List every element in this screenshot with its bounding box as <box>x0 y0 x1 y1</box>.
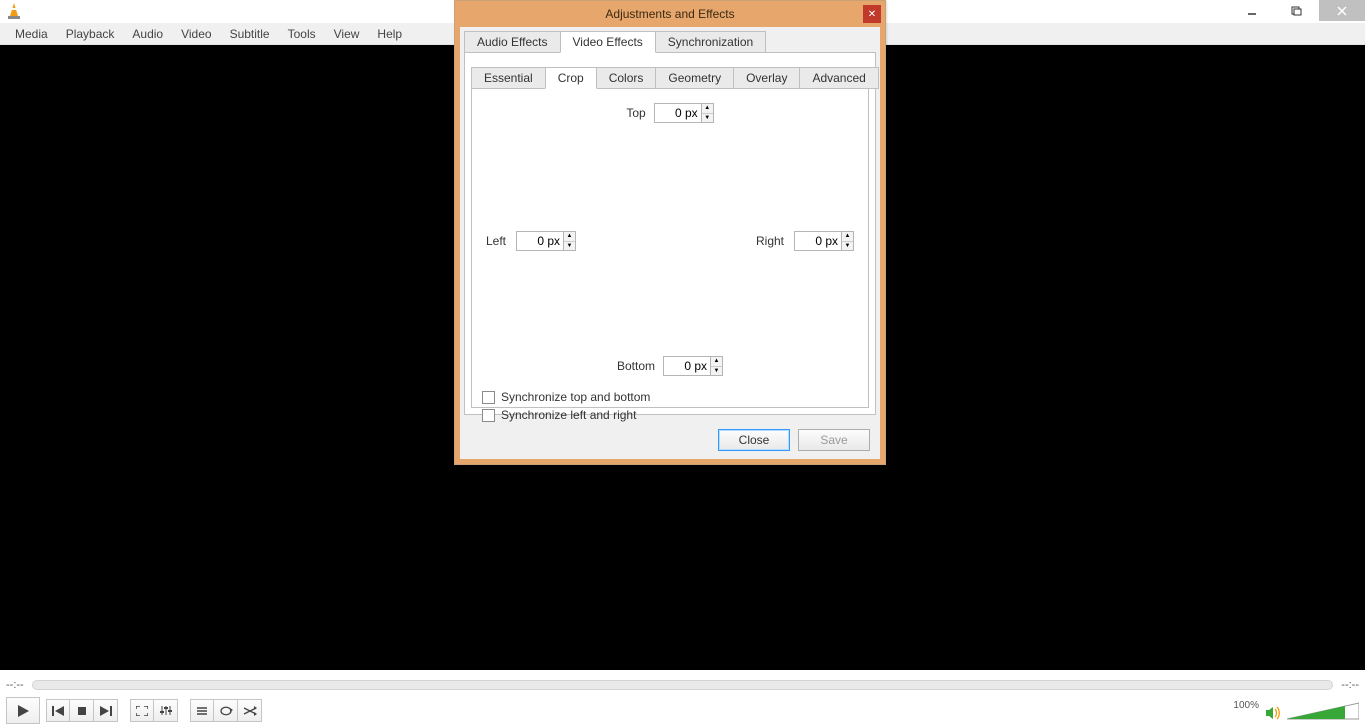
player-controls: 100% <box>0 694 1365 727</box>
subtab-crop[interactable]: Crop <box>545 67 597 89</box>
sync-lr-label: Synchronize left and right <box>501 408 636 422</box>
crop-right-input[interactable] <box>795 232 841 250</box>
sync-top-bottom-checkbox[interactable]: Synchronize top and bottom <box>482 390 858 404</box>
sync-tb-label: Synchronize top and bottom <box>501 390 650 404</box>
checkbox-icon <box>482 409 495 422</box>
menu-view[interactable]: View <box>325 27 369 41</box>
volume-slider[interactable] <box>1287 701 1359 721</box>
crop-bottom-spinner[interactable]: ▲▼ <box>663 356 723 376</box>
crop-left-label: Left <box>486 234 506 248</box>
spinner-down-icon[interactable]: ▼ <box>702 114 713 123</box>
menu-audio[interactable]: Audio <box>123 27 172 41</box>
next-button[interactable] <box>94 699 118 722</box>
dialog-close-button[interactable]: ✕ <box>863 5 881 23</box>
subtab-colors[interactable]: Colors <box>596 67 657 89</box>
video-effects-panel: Essential Crop Colors Geometry Overlay A… <box>464 52 876 415</box>
main-tabstrip: Audio Effects Video Effects Synchronizat… <box>464 31 876 53</box>
playlist-button[interactable] <box>190 699 214 722</box>
sub-tabstrip: Essential Crop Colors Geometry Overlay A… <box>471 67 869 89</box>
maximize-button[interactable] <box>1274 0 1319 21</box>
dialog-title-text: Adjustments and Effects <box>605 7 734 21</box>
loop-button[interactable] <box>214 699 238 722</box>
crop-top-spinner[interactable]: ▲▼ <box>654 103 714 123</box>
dialog-title: Adjustments and Effects ✕ <box>455 1 885 27</box>
menu-tools[interactable]: Tools <box>279 27 325 41</box>
window-close-button[interactable] <box>1319 0 1365 21</box>
close-button[interactable]: Close <box>718 429 790 451</box>
time-elapsed: --:-- <box>6 679 24 691</box>
ext-settings-button[interactable] <box>154 699 178 722</box>
menu-video[interactable]: Video <box>172 27 220 41</box>
menu-media[interactable]: Media <box>6 27 57 41</box>
sync-left-right-checkbox[interactable]: Synchronize left and right <box>482 408 858 422</box>
subtab-advanced[interactable]: Advanced <box>799 67 878 89</box>
menu-subtitle[interactable]: Subtitle <box>221 27 279 41</box>
spinner-up-icon[interactable]: ▲ <box>711 357 722 367</box>
crop-top-label: Top <box>626 106 645 120</box>
crop-bottom-label: Bottom <box>617 359 655 373</box>
time-remaining: --:-- <box>1341 679 1359 691</box>
crop-left-input[interactable] <box>517 232 563 250</box>
tab-audio-effects[interactable]: Audio Effects <box>464 31 561 53</box>
adjustments-effects-dialog: Adjustments and Effects ✕ Audio Effects … <box>454 0 886 465</box>
save-button[interactable]: Save <box>798 429 870 451</box>
crop-bottom-input[interactable] <box>664 357 710 375</box>
subtab-essential[interactable]: Essential <box>471 67 546 89</box>
spinner-up-icon[interactable]: ▲ <box>842 232 853 242</box>
stop-button[interactable] <box>70 699 94 722</box>
menu-help[interactable]: Help <box>368 27 411 41</box>
subtab-geometry[interactable]: Geometry <box>655 67 734 89</box>
crop-right-spinner[interactable]: ▲▼ <box>794 231 854 251</box>
shuffle-button[interactable] <box>238 699 262 722</box>
spinner-up-icon[interactable]: ▲ <box>564 232 575 242</box>
spinner-up-icon[interactable]: ▲ <box>702 104 713 114</box>
crop-right-label: Right <box>756 234 784 248</box>
vlc-cone-icon <box>6 2 22 20</box>
spinner-down-icon[interactable]: ▼ <box>564 242 575 251</box>
crop-panel: Top ▲▼ Left ▲▼ Right <box>471 88 869 408</box>
minimize-button[interactable] <box>1229 0 1274 21</box>
spinner-down-icon[interactable]: ▼ <box>842 242 853 251</box>
crop-top-input[interactable] <box>655 104 701 122</box>
seek-row: --:-- --:-- <box>0 676 1365 694</box>
menu-playback[interactable]: Playback <box>57 27 124 41</box>
prev-button[interactable] <box>46 699 70 722</box>
seek-slider[interactable] <box>32 680 1334 690</box>
play-button[interactable] <box>6 697 40 724</box>
fullscreen-button[interactable] <box>130 699 154 722</box>
volume-label: 100% <box>1233 700 1259 711</box>
subtab-overlay[interactable]: Overlay <box>733 67 800 89</box>
tab-video-effects[interactable]: Video Effects <box>560 31 656 53</box>
crop-left-spinner[interactable]: ▲▼ <box>516 231 576 251</box>
tab-synchronization[interactable]: Synchronization <box>655 31 766 53</box>
checkbox-icon <box>482 391 495 404</box>
spinner-down-icon[interactable]: ▼ <box>711 367 722 376</box>
speaker-icon[interactable] <box>1265 705 1281 721</box>
